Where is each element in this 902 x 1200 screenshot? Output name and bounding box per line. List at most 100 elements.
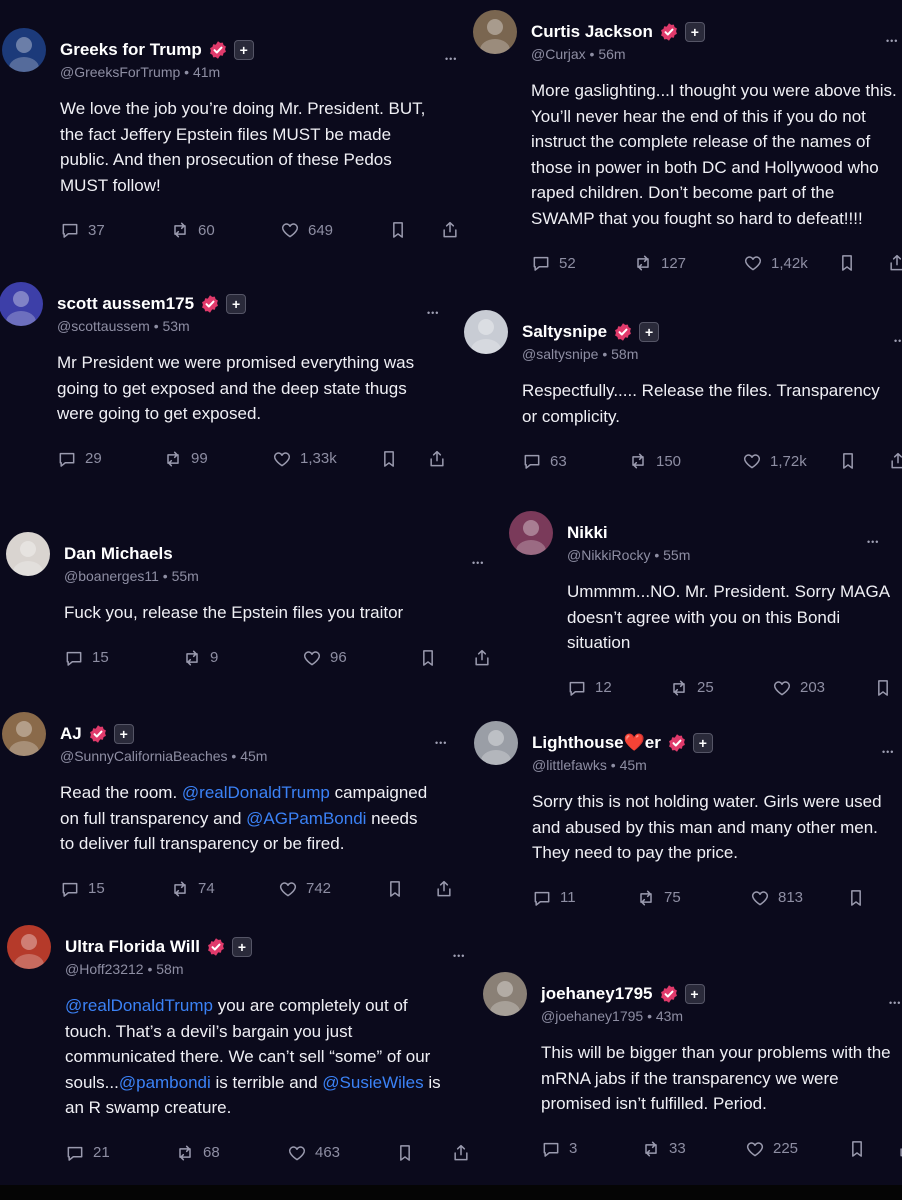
avatar[interactable]	[473, 10, 517, 54]
repost-button[interactable]: 60	[170, 220, 215, 240]
like-button[interactable]: 813	[750, 888, 803, 908]
post-joehaney1795[interactable]: joehaney1795 + @joehaney1795 • 43m ••• This …	[483, 972, 902, 1163]
reply-button[interactable]: 37	[60, 220, 105, 240]
share-button[interactable]	[472, 648, 492, 668]
repost-button[interactable]: 127	[633, 253, 686, 273]
author-name[interactable]: Ultra Florida Will	[65, 937, 200, 957]
reply-button[interactable]: 12	[567, 678, 612, 698]
more-icon[interactable]: •••	[889, 996, 901, 1010]
author-name[interactable]: AJ	[60, 724, 82, 744]
like-button[interactable]: 1,33k	[272, 449, 337, 469]
bookmark-button[interactable]	[418, 648, 438, 668]
share-button[interactable]	[434, 879, 454, 899]
mention-link[interactable]: @pambondi	[119, 1073, 211, 1092]
mention-link[interactable]: @realDonaldTrump	[65, 996, 213, 1015]
more-icon[interactable]: •••	[445, 52, 457, 66]
bookmark-button[interactable]	[837, 253, 857, 273]
post-lighthouse-er[interactable]: Lighthouse❤️er + @littlefawks • 45m ••• Sorr…	[474, 721, 902, 912]
bookmark-button[interactable]	[847, 1139, 867, 1159]
post-curtis-jackson[interactable]: Curtis Jackson + @Curjax • 56m ••• More gasl…	[473, 10, 902, 277]
reply-button[interactable]: 63	[522, 451, 567, 471]
more-icon[interactable]: •••	[472, 556, 484, 570]
share-button[interactable]	[440, 220, 460, 240]
share-button[interactable]	[897, 1139, 902, 1159]
subscribe-plus-icon[interactable]: +	[684, 984, 705, 1004]
avatar[interactable]	[6, 532, 50, 576]
avatar[interactable]	[2, 28, 46, 72]
author-name[interactable]: scott aussem175	[57, 294, 194, 314]
more-icon[interactable]: •••	[427, 306, 439, 320]
avatar[interactable]	[2, 712, 46, 756]
post-greeks-for-trump[interactable]: Greeks for Trump + @GreeksForTrump • 41m ••…	[2, 28, 460, 244]
author-name[interactable]: Saltysnipe	[522, 322, 607, 342]
post-saltysnipe[interactable]: Saltysnipe +@saltysnipe • 58m ••• Respectfu…	[464, 310, 902, 475]
bookmark-button[interactable]	[838, 451, 858, 471]
reply-button[interactable]: 11	[532, 888, 576, 908]
mention-link[interactable]: @AGPamBondi	[246, 809, 366, 828]
like-button[interactable]: 463	[287, 1143, 340, 1163]
author-name[interactable]: Curtis Jackson	[531, 22, 653, 42]
bookmark-button[interactable]	[395, 1143, 415, 1163]
share-button[interactable]	[427, 449, 447, 469]
like-button[interactable]: 1,42k	[743, 253, 808, 273]
avatar[interactable]	[483, 972, 527, 1016]
reply-button[interactable]: 52	[531, 253, 576, 273]
reply-button[interactable]: 21	[65, 1143, 110, 1163]
repost-button[interactable]: 25	[669, 678, 714, 698]
post-scott-aussem175[interactable]: scott aussem175 + @scottaussem • 53m ••• Mr …	[0, 282, 447, 473]
subscribe-plus-icon[interactable]: +	[113, 724, 134, 744]
more-icon[interactable]: •••	[453, 949, 465, 963]
avatar[interactable]	[7, 925, 51, 969]
avatar[interactable]	[0, 282, 43, 326]
bookmark-button[interactable]	[385, 879, 405, 899]
more-icon[interactable]: •••	[886, 34, 898, 48]
subscribe-plus-icon[interactable]: +	[639, 322, 660, 342]
reply-button[interactable]: 3	[541, 1139, 577, 1159]
repost-button[interactable]: 33	[641, 1139, 686, 1159]
bookmark-button[interactable]	[873, 678, 893, 698]
repost-button[interactable]: 9	[182, 648, 218, 668]
author-name[interactable]: joehaney1795	[541, 984, 653, 1004]
more-icon[interactable]: •••	[882, 745, 894, 759]
subscribe-plus-icon[interactable]: +	[231, 937, 252, 957]
like-button[interactable]: 742	[278, 879, 331, 899]
reply-button[interactable]: 15	[64, 648, 109, 668]
subscribe-plus-icon[interactable]: +	[684, 22, 705, 42]
author-name[interactable]: Lighthouse❤️er	[532, 733, 661, 753]
mention-link[interactable]: @realDonaldTrump	[182, 783, 330, 802]
bookmark-button[interactable]	[379, 449, 399, 469]
reply-button[interactable]: 29	[57, 449, 102, 469]
bookmark-button[interactable]	[846, 888, 866, 908]
more-icon[interactable]: •••	[894, 334, 902, 348]
reply-button[interactable]: 15	[60, 879, 105, 899]
repost-button[interactable]: 68	[175, 1143, 220, 1163]
author-name[interactable]: Dan Michaels	[64, 544, 173, 564]
mention-link[interactable]: @SusieWiles	[322, 1073, 423, 1092]
share-button[interactable]	[451, 1143, 471, 1163]
post-dan-michaels[interactable]: Dan Michaels @boanerges11 • 55m ••• Fuck yo…	[6, 532, 489, 672]
like-button[interactable]: 1,72k	[742, 451, 807, 471]
repost-button[interactable]: 99	[163, 449, 208, 469]
like-button[interactable]: 649	[280, 220, 333, 240]
subscribe-plus-icon[interactable]: +	[226, 294, 247, 314]
post-ultra-florida-will[interactable]: Ultra Florida Will + @Hoff23212 • 58m ••• @r…	[7, 925, 475, 1167]
avatar[interactable]	[464, 310, 508, 354]
subscribe-plus-icon[interactable]: +	[692, 733, 713, 753]
share-button[interactable]	[888, 451, 902, 471]
more-icon[interactable]: •••	[867, 535, 879, 549]
repost-button[interactable]: 75	[636, 888, 681, 908]
repost-button[interactable]: 74	[170, 879, 215, 899]
author-name[interactable]: Nikki	[567, 523, 608, 543]
like-button[interactable]: 203	[772, 678, 825, 698]
avatar[interactable]	[474, 721, 518, 765]
post-nikki[interactable]: Nikki @NikkiRocky • 55m ••• Ummmm...NO. Mr.…	[509, 511, 902, 702]
share-button[interactable]	[887, 253, 902, 273]
more-icon[interactable]: •••	[435, 736, 447, 750]
avatar[interactable]	[509, 511, 553, 555]
repost-button[interactable]: 150	[628, 451, 681, 471]
like-button[interactable]: 96	[302, 648, 347, 668]
author-name[interactable]: Greeks for Trump	[60, 40, 202, 60]
like-button[interactable]: 225	[745, 1139, 798, 1159]
subscribe-plus-icon[interactable]: +	[233, 40, 254, 60]
bookmark-button[interactable]	[388, 220, 408, 240]
